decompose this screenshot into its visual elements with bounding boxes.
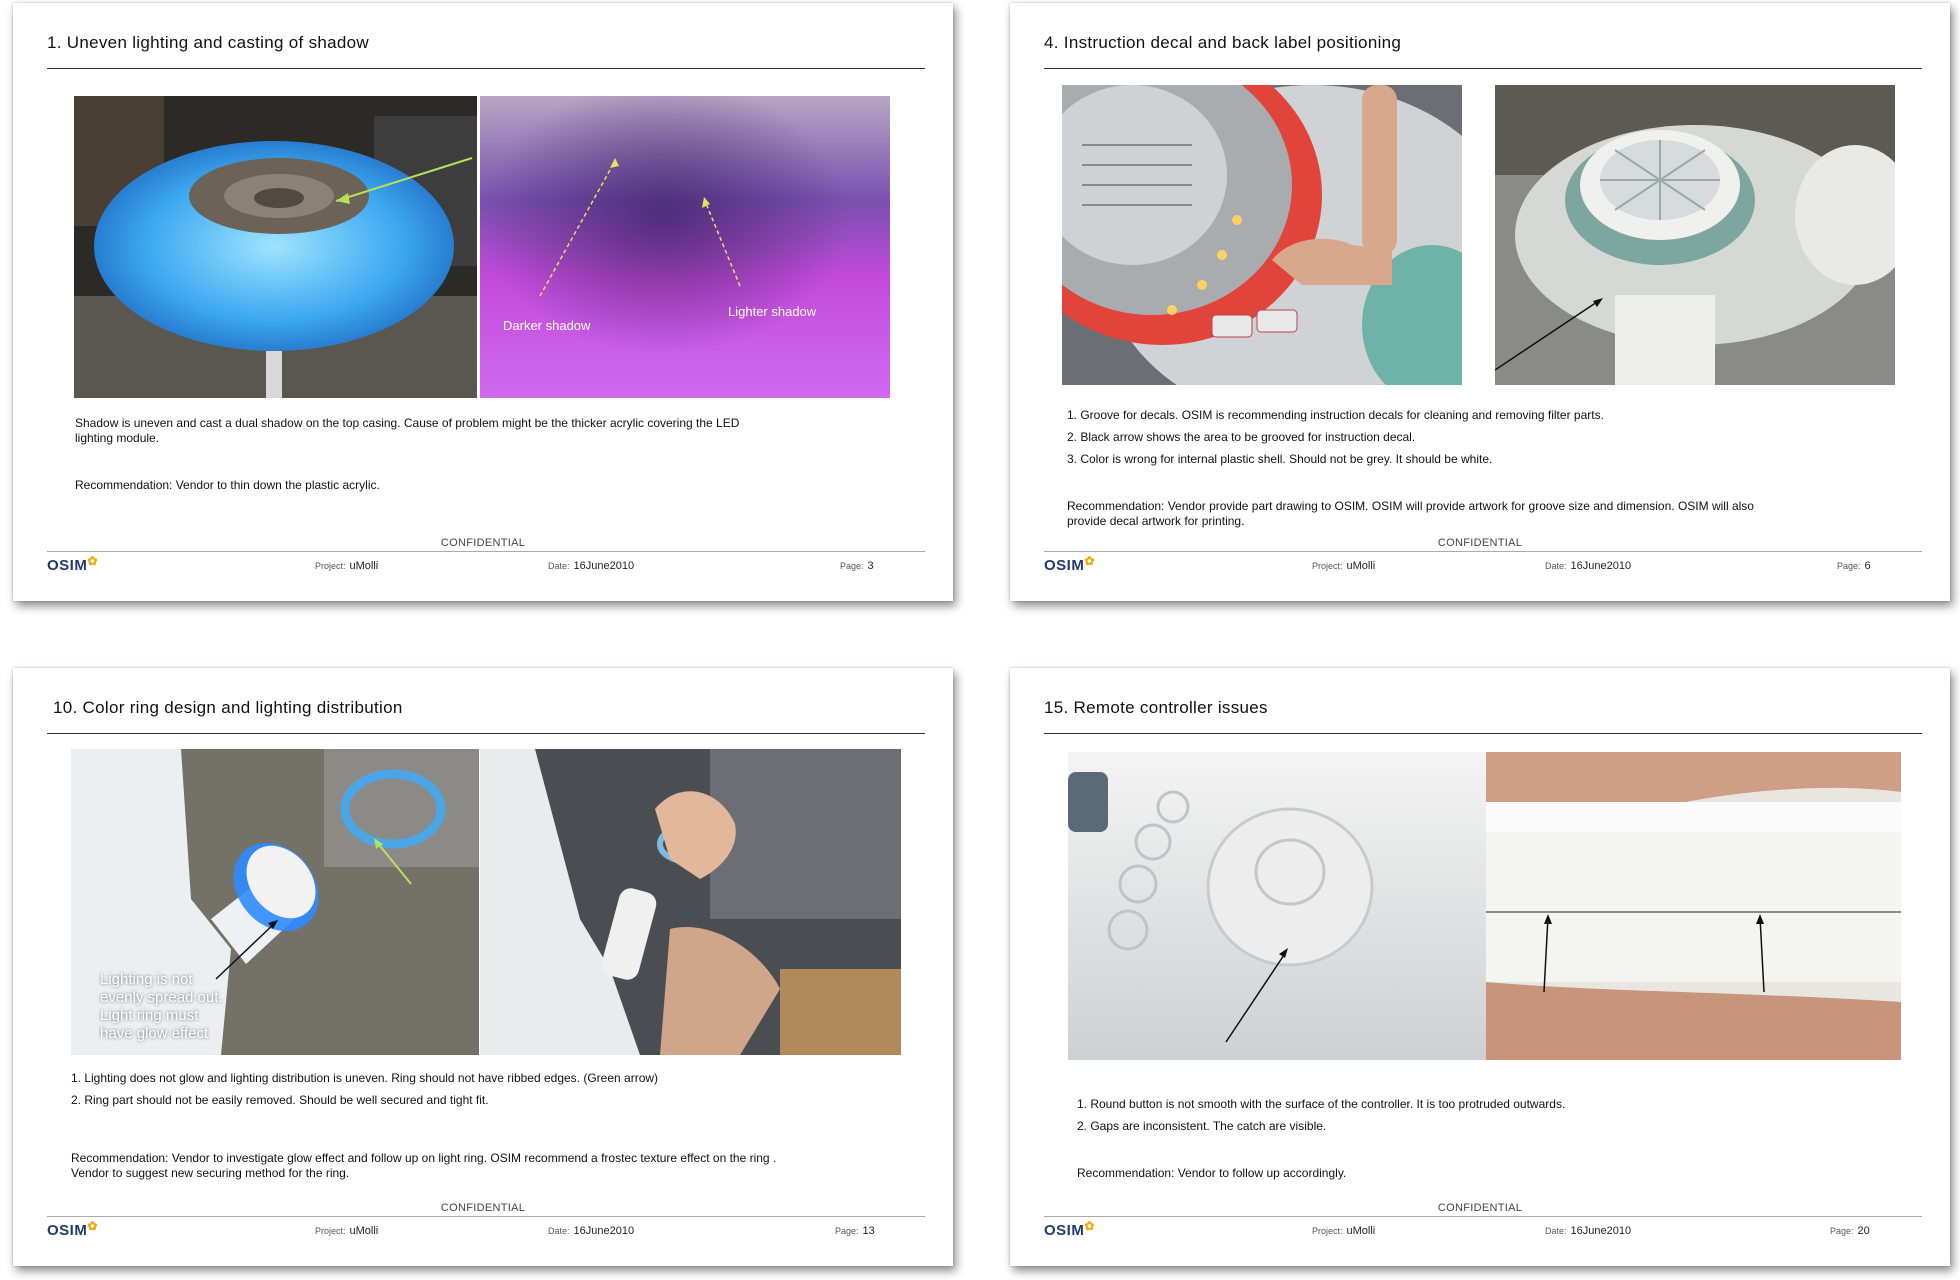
slide-title: 10. Color ring design and lighting distr… bbox=[53, 698, 403, 717]
decal-groove-photo bbox=[1062, 85, 1462, 385]
project-field: Project: uMolli bbox=[1312, 560, 1376, 572]
lighter-shadow-caption: Lighter shadow bbox=[728, 304, 817, 319]
remote-button-photo bbox=[1068, 752, 1486, 1060]
footer-divider bbox=[47, 1216, 925, 1217]
issue-list: Shadow is uneven and cast a dual shadow … bbox=[75, 416, 755, 453]
flower-icon: ✿ bbox=[1084, 1219, 1095, 1233]
remote-gap-photo bbox=[1486, 752, 1901, 1060]
page-number: Page: 3 bbox=[840, 560, 874, 572]
flower-icon: ✿ bbox=[1084, 554, 1095, 568]
flower-icon: ✿ bbox=[87, 1219, 98, 1233]
slide-title: 15. Remote controller issues bbox=[1044, 698, 1268, 717]
title-divider bbox=[47, 733, 925, 734]
issue-list: 1. Groove for decals. OSIM is recommendi… bbox=[1067, 408, 1767, 474]
issue-list: 1. Lighting does not glow and lighting d… bbox=[71, 1071, 791, 1115]
issue-point: 2. Ring part should not be easily remove… bbox=[71, 1093, 489, 1107]
shadow-closeup-photo bbox=[480, 96, 890, 398]
ring-removal-photo bbox=[480, 749, 901, 1055]
osim-logo: OSIM✿ bbox=[1044, 1219, 1095, 1239]
page-number: Page: 6 bbox=[1837, 560, 1871, 572]
issue-point: 3. Color is wrong for internal plastic s… bbox=[1067, 452, 1493, 466]
slide-title: 4. Instruction decal and back label posi… bbox=[1044, 33, 1402, 52]
issue-point: 1. Groove for decals. OSIM is recommendi… bbox=[1067, 408, 1604, 422]
title-divider bbox=[1044, 733, 1922, 734]
osim-logo: OSIM✿ bbox=[1044, 554, 1095, 574]
issue-point: Shadow is uneven and cast a dual shadow … bbox=[75, 416, 740, 445]
slide-page-6: 4. Instruction decal and back label posi… bbox=[1010, 3, 1950, 601]
title-divider bbox=[47, 68, 925, 69]
slide-page-13: 10. Color ring design and lighting distr… bbox=[13, 668, 953, 1266]
issue-point: 1. Round button is not smooth with the s… bbox=[1077, 1097, 1566, 1111]
date-field: Date: 16June2010 bbox=[1545, 560, 1632, 572]
darker-shadow-caption: Darker shadow bbox=[503, 318, 591, 333]
confidential-label: CONFIDENTIAL bbox=[440, 537, 526, 549]
slide-page-3: 1. Uneven lighting and casting of shadow bbox=[13, 3, 953, 601]
date-field: Date: 16June2010 bbox=[548, 560, 635, 572]
slide-page-20: 15. Remote controller issues 1. Round bu… bbox=[1010, 668, 1950, 1266]
confidential-label: CONFIDENTIAL bbox=[1437, 1202, 1523, 1214]
project-field: Project: uMolli bbox=[1312, 1225, 1376, 1237]
confidential-label: CONFIDENTIAL bbox=[1437, 537, 1523, 549]
issue-point: 1. Lighting does not glow and lighting d… bbox=[71, 1071, 659, 1085]
recommendation: Recommendation: Vendor to follow up acco… bbox=[1077, 1166, 1347, 1180]
footer-divider bbox=[47, 551, 925, 552]
project-field: Project: uMolli bbox=[315, 560, 379, 572]
lamp-photo bbox=[74, 96, 477, 398]
date-field: Date: 16June2010 bbox=[548, 1225, 635, 1237]
footer-divider bbox=[1044, 1216, 1922, 1217]
project-field: Project: uMolli bbox=[315, 1225, 379, 1237]
osim-logo: OSIM✿ bbox=[47, 554, 98, 574]
recommendation: Recommendation: Vendor provide part draw… bbox=[1067, 499, 1754, 528]
footer-divider bbox=[1044, 551, 1922, 552]
page-number: Page: 13 bbox=[835, 1225, 875, 1237]
issue-point: 2. Gaps are inconsistent. The catch are … bbox=[1077, 1119, 1327, 1133]
recommendation: Recommendation: Vendor to thin down the … bbox=[75, 478, 380, 492]
recommendation: Recommendation: Vendor to investigate gl… bbox=[71, 1151, 777, 1180]
ring-note-overlay: Lighting is not evenly spread out. Light… bbox=[100, 971, 223, 1042]
flower-icon: ✿ bbox=[87, 554, 98, 568]
confidential-label: CONFIDENTIAL bbox=[440, 1202, 526, 1214]
issue-list: 1. Round button is not smooth with the s… bbox=[1077, 1097, 1797, 1141]
issue-point: 2. Black arrow shows the area to be groo… bbox=[1067, 430, 1416, 444]
back-label-photo bbox=[1495, 85, 1895, 385]
page-number: Page: 20 bbox=[1830, 1225, 1870, 1237]
osim-logo: OSIM✿ bbox=[47, 1219, 98, 1239]
date-field: Date: 16June2010 bbox=[1545, 1225, 1632, 1237]
slide-title: 1. Uneven lighting and casting of shadow bbox=[47, 33, 369, 52]
title-divider bbox=[1044, 68, 1922, 69]
